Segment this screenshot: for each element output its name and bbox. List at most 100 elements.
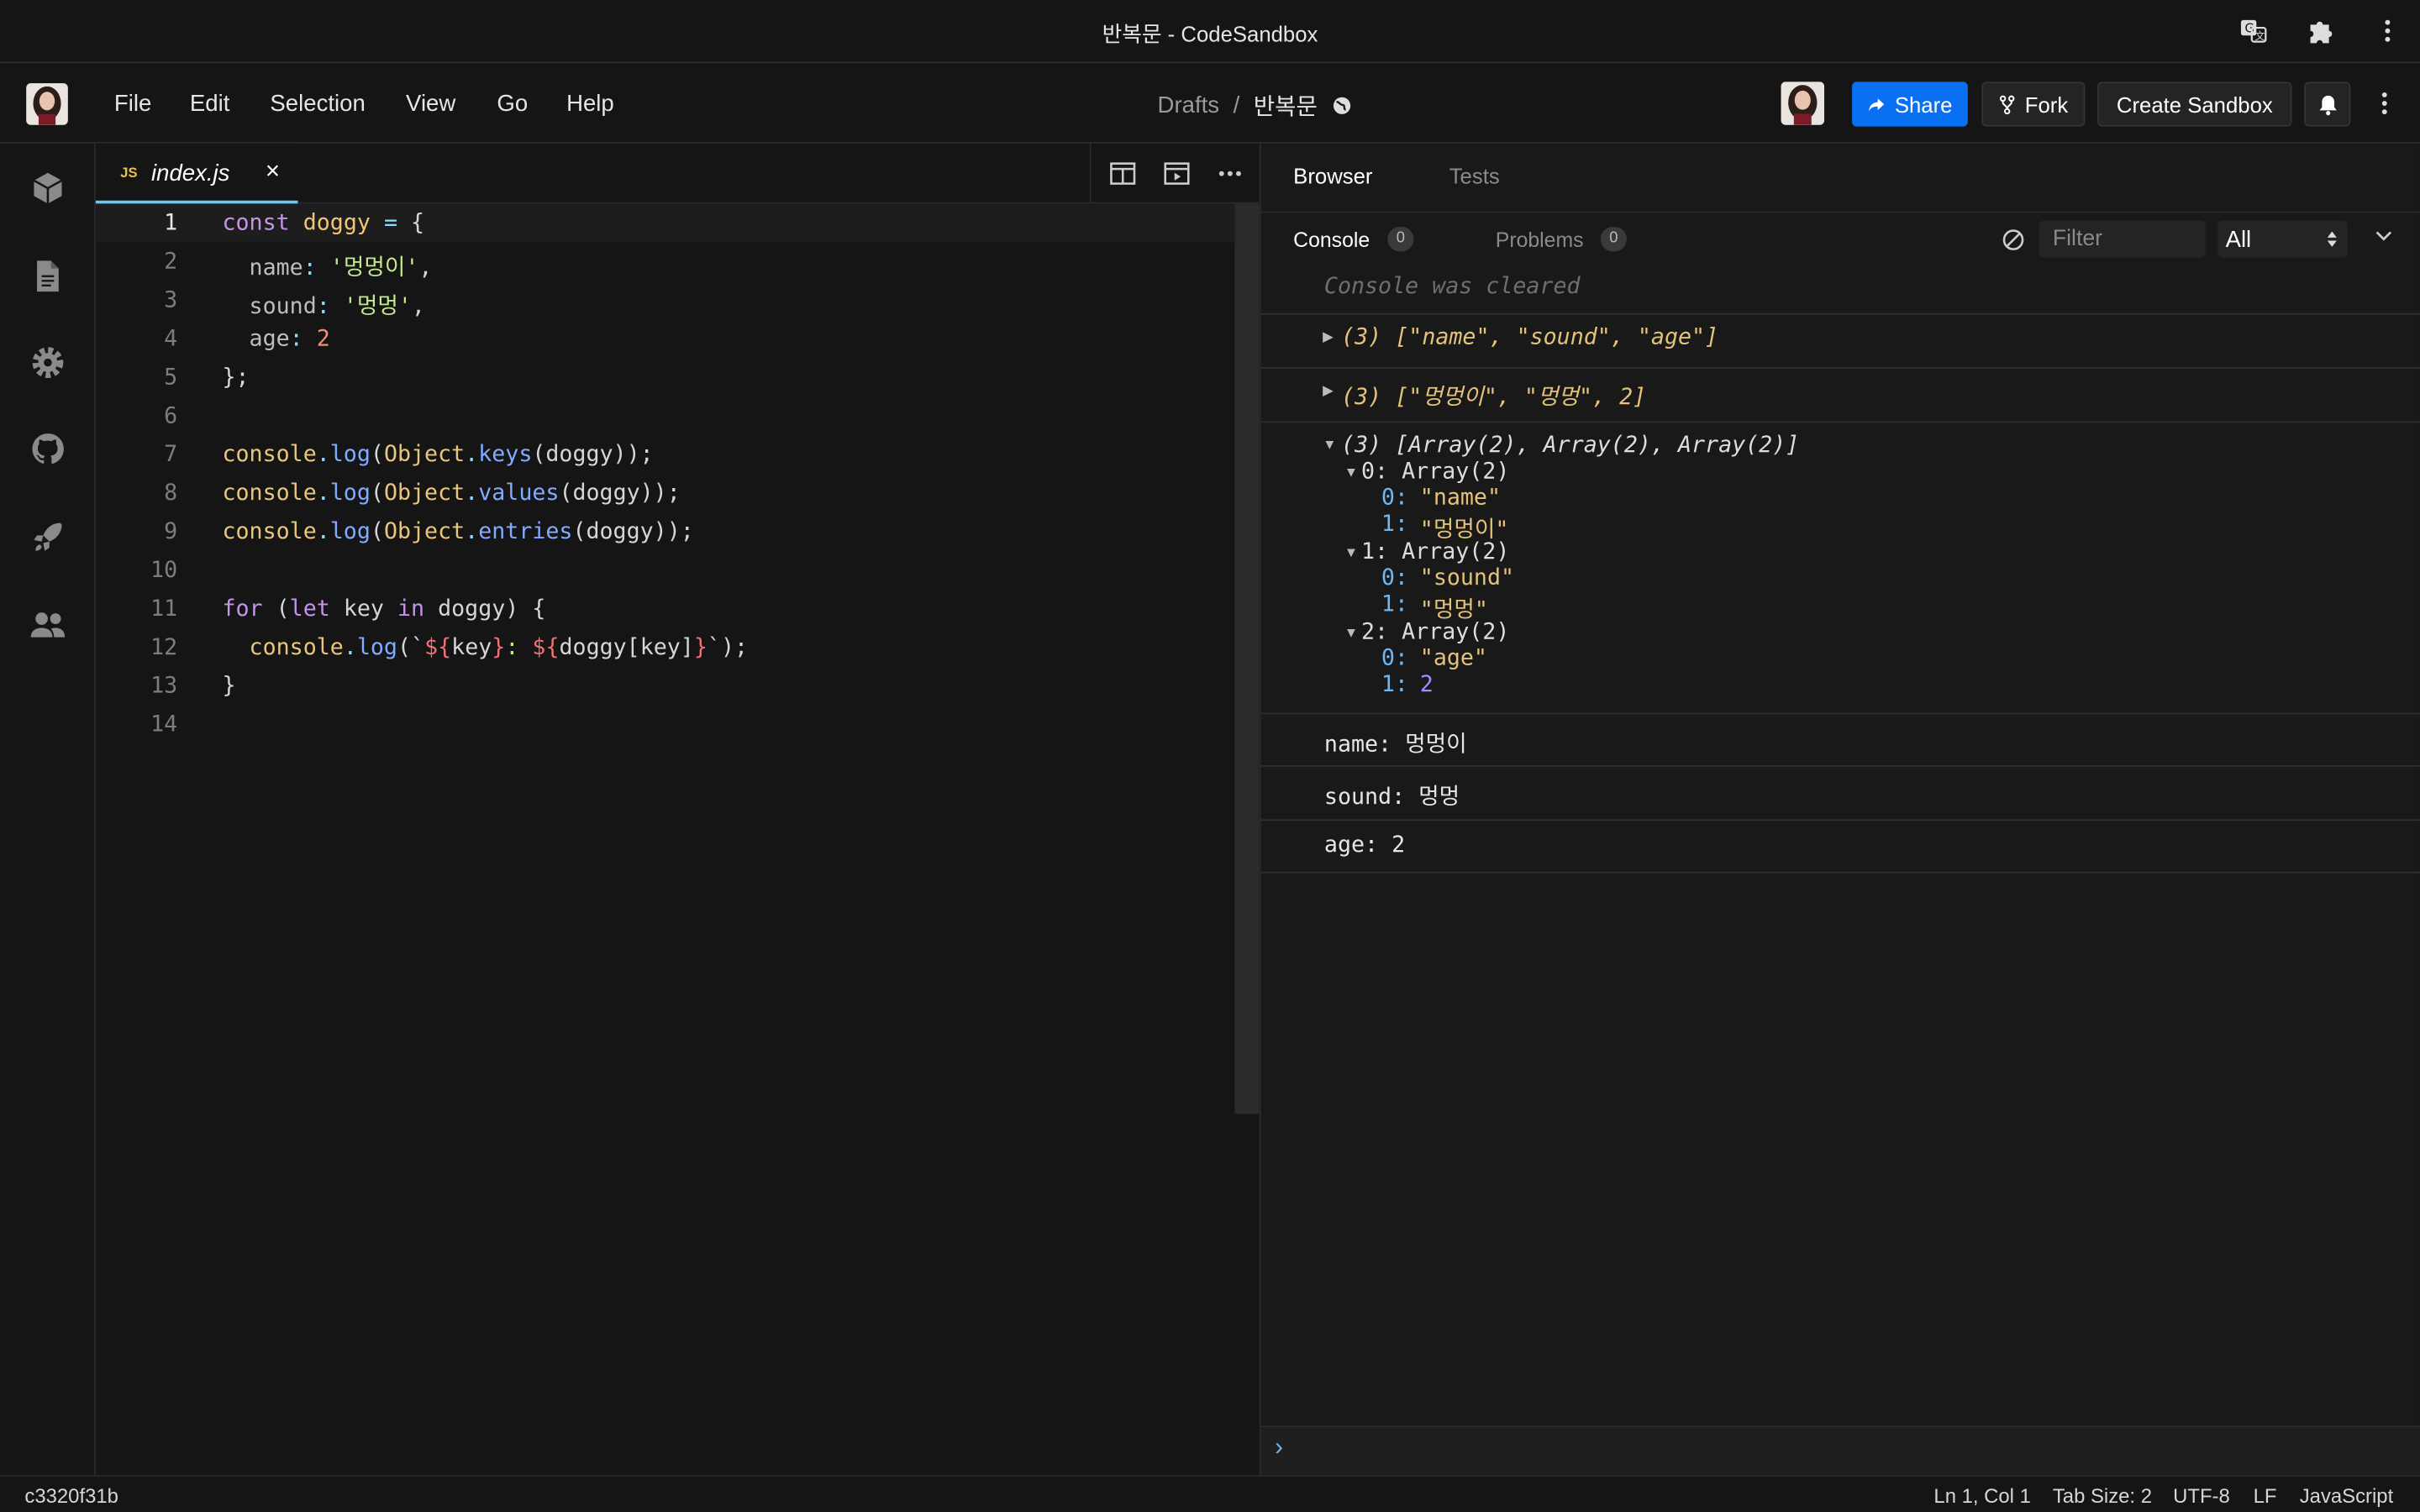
entry-key: 0: (1381, 646, 1408, 671)
more-vertical-icon[interactable] (2374, 17, 2402, 45)
github-icon[interactable] (28, 429, 68, 470)
notifications-button[interactable] (2304, 81, 2351, 127)
menu-selection[interactable]: Selection (270, 91, 365, 117)
encoding[interactable]: UTF-8 (2173, 1484, 2230, 1508)
code-line: name: '멍멍이', (222, 255, 433, 281)
commit-hash: c3320f31b (24, 1483, 118, 1508)
collapse-triangle-icon[interactable]: ▼ (1344, 465, 1358, 480)
collaborator-avatar[interactable] (1781, 81, 1825, 125)
console-cleared-row: Console was cleared (1260, 275, 2420, 315)
entry-key: 0: (1381, 486, 1408, 511)
entry-value: "sound" (1419, 566, 1515, 591)
console-log-row[interactable]: name: 멍멍이 (1260, 714, 2420, 767)
expand-triangle-icon[interactable]: ▶ (1323, 383, 1334, 400)
create-sandbox-button[interactable]: Create Sandbox (2097, 81, 2292, 127)
breadcrumb-folder[interactable]: Drafts (1158, 92, 1219, 118)
preview-icon[interactable] (1164, 162, 1190, 186)
log-level-select[interactable]: All (2217, 220, 2348, 258)
globe-icon (1333, 97, 1350, 114)
collapse-triangle-icon[interactable]: ▼ (1344, 544, 1358, 559)
tab-tests[interactable]: Tests (1449, 164, 1500, 188)
log-values-text: (3) ["멍멍이", "멍멍", 2] (1341, 386, 1647, 411)
console-input[interactable]: › (1260, 1425, 2420, 1475)
tab-filename: index.js (150, 160, 230, 187)
console-count-badge: 0 (1387, 226, 1414, 252)
share-button[interactable]: Share (1852, 81, 1968, 127)
file-icon[interactable] (28, 256, 68, 297)
close-icon[interactable]: × (266, 159, 280, 186)
console-log-row[interactable]: age: 2 (1260, 821, 2420, 874)
box-icon[interactable] (28, 168, 68, 208)
menu-view[interactable]: View (406, 91, 455, 117)
log-keys-text: (3) ["name", "sound", "age"] (1341, 325, 1719, 350)
code-line: sound: '멍멍', (222, 294, 425, 320)
fork-button[interactable]: Fork (1981, 81, 2086, 127)
line-number: 5 (164, 365, 178, 391)
fork-label: Fork (2024, 92, 2069, 117)
line-number: 14 (150, 712, 178, 738)
window-title: 반복문 - CodeSandbox (1102, 21, 1318, 47)
line-number: 7 (164, 443, 178, 468)
line-number: 6 (164, 404, 178, 429)
js-file-icon: JS (120, 165, 138, 181)
users-icon[interactable] (28, 605, 68, 645)
expand-triangle-icon[interactable]: ▶ (1323, 328, 1334, 345)
editor-tab-bar: JS index.js × (95, 143, 1260, 204)
entry-label: 2: Array(2) (1360, 620, 1510, 645)
fork-icon (1999, 94, 2015, 114)
bell-icon (2318, 94, 2336, 115)
chevron-down-icon[interactable] (2375, 230, 2392, 243)
language-mode[interactable]: JavaScript (2300, 1484, 2393, 1508)
console-log-row[interactable]: sound: 멍멍 (1260, 767, 2420, 822)
console-log-row[interactable]: ▶ (3) ["name", "sound", "age"] (1260, 315, 2420, 369)
more-horizontal-icon[interactable] (1218, 162, 1242, 186)
menu-go[interactable]: Go (497, 91, 528, 117)
tab-size[interactable]: Tab Size: 2 (2053, 1484, 2152, 1508)
menu-file[interactable]: File (114, 91, 151, 117)
clear-console-icon[interactable] (2002, 228, 2025, 252)
code-line: age: 2 (222, 327, 330, 352)
puzzle-icon[interactable] (2306, 17, 2333, 45)
line-number: 10 (150, 558, 178, 584)
more-vertical-icon[interactable] (2370, 90, 2398, 118)
line-number: 1 (164, 211, 178, 237)
line-number: 13 (150, 674, 178, 700)
editor-scrollbar[interactable] (1234, 203, 1260, 1115)
title-bar: 반복문 - CodeSandbox G 文 (0, 0, 2420, 64)
code-line: console.log(Object.entries(doggy)); (222, 519, 694, 545)
console-prompt-icon: › (1275, 1435, 1283, 1462)
code-line: }; (222, 365, 250, 391)
console-log-row-expanded[interactable]: ▼ (3) [Array(2), Array(2), Array(2)] ▼ 0… (1260, 423, 2420, 715)
translate-icon[interactable]: G 文 (2239, 17, 2267, 45)
preview-panel: Browser Tests Console 0 Problems 0 Filte… (1259, 143, 2420, 1475)
entry-label: 1: Array(2) (1360, 539, 1510, 565)
line-number: 11 (150, 596, 178, 622)
gear-icon[interactable] (28, 343, 68, 383)
code-editor[interactable]: 1 2 3 4 5 6 7 8 9 10 11 12 13 14 const d… (95, 203, 1260, 1475)
collapse-triangle-icon[interactable]: ▼ (1323, 437, 1336, 452)
breadcrumb-sandbox-name[interactable]: 반복문 (1254, 90, 1318, 123)
entry-key: 1: (1381, 512, 1408, 538)
split-view-icon[interactable] (1110, 162, 1136, 186)
user-avatar[interactable] (26, 83, 68, 125)
line-ending[interactable]: LF (2254, 1484, 2277, 1508)
filter-input[interactable]: Filter (2039, 220, 2206, 258)
tab-browser[interactable]: Browser (1293, 164, 1372, 188)
activity-bar (0, 143, 96, 1475)
svg-text:文: 文 (2254, 30, 2265, 42)
menu-bar: File Edit Selection View Go Help Drafts … (0, 63, 2420, 144)
console-tab[interactable]: Console (1293, 228, 1370, 252)
menu-edit[interactable]: Edit (190, 91, 229, 117)
cursor-position[interactable]: Ln 1, Col 1 (1933, 1484, 2030, 1508)
breadcrumb: Drafts / 반복문 (1158, 90, 1352, 123)
line-number: 2 (164, 249, 178, 275)
menu-help[interactable]: Help (566, 91, 614, 117)
problems-tab[interactable]: Problems (1496, 228, 1584, 252)
tab-index-js[interactable]: JS index.js × (95, 143, 298, 204)
code-line: const doggy = { (222, 211, 425, 237)
rocket-icon[interactable] (28, 517, 68, 557)
console-log-row[interactable]: ▶ (3) ["멍멍이", "멍멍", 2] (1260, 369, 2420, 423)
collapse-triangle-icon[interactable]: ▼ (1344, 625, 1358, 640)
code-line: console.log(Object.keys(doggy)); (222, 443, 654, 468)
line-number: 3 (164, 288, 178, 313)
